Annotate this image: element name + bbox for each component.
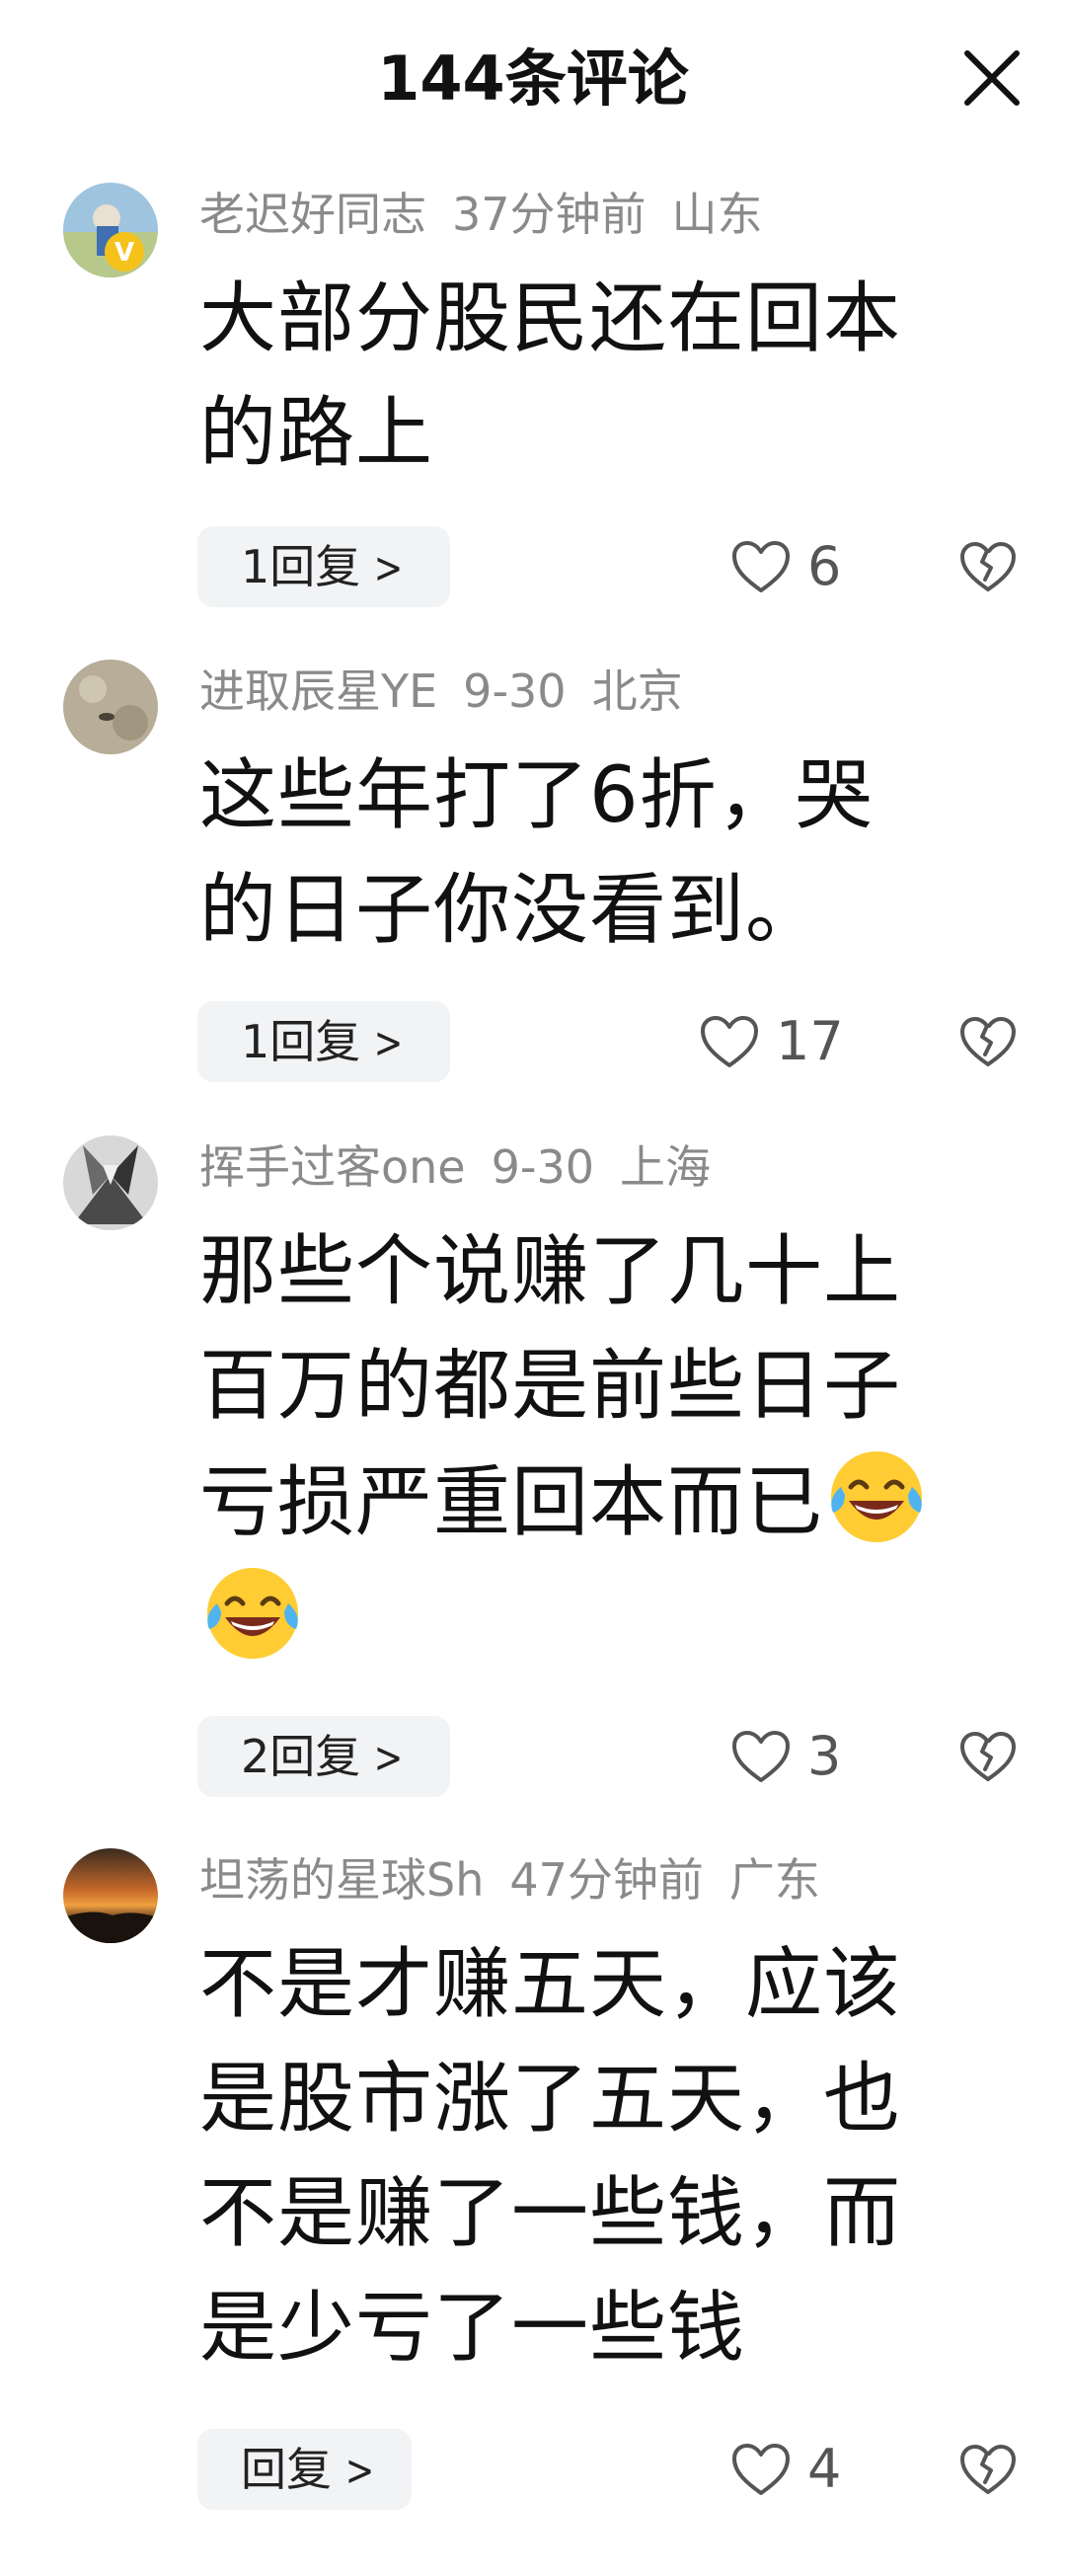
comment-line: 是股市涨了五天，也 <box>199 2055 902 2144</box>
comment-meta: 进取辰星YE 9-30 北京 <box>199 662 709 721</box>
dislike-button[interactable] <box>955 1001 1021 1082</box>
reply-label: 2回复 <box>241 1730 361 1783</box>
heart-icon <box>732 2444 790 2495</box>
dislike-button[interactable] <box>955 526 1021 607</box>
timestamp: 37分钟前 <box>452 188 647 241</box>
broken-heart-icon <box>960 1017 1016 1066</box>
comment-line: 百万的都是前些日子 <box>199 1342 902 1431</box>
avatar[interactable] <box>63 1848 158 1943</box>
broken-heart-icon <box>960 1732 1016 1781</box>
reply-label: 回复 <box>241 2443 332 2496</box>
comment-line: 的路上 <box>199 389 434 478</box>
like-count: 3 <box>807 1725 842 1787</box>
broken-heart-icon <box>960 2445 1016 2494</box>
location: 广东 <box>728 1853 820 1907</box>
comment-item: 挥手过客one 9-30 上海 那些个说赚了几十上 百万的都是前些日子 亏损严重回本… <box>0 1135 1066 1807</box>
username[interactable]: 老迟好同志 <box>199 188 426 241</box>
broken-heart-icon <box>960 542 1016 591</box>
location: 上海 <box>620 1140 712 1194</box>
comment-line: 不是赚了一些钱，而 <box>199 2169 902 2258</box>
avatar[interactable] <box>63 1135 158 1230</box>
like-button[interactable]: 17 <box>699 1001 844 1082</box>
reply-button[interactable]: 2回复 > <box>197 1716 451 1797</box>
heart-icon <box>701 1016 758 1067</box>
location: 山东 <box>671 188 763 241</box>
username[interactable]: 进取辰星YE <box>199 664 437 718</box>
reply-label: 1回复 <box>241 540 361 593</box>
comment-line: 那些个说赚了几十上 <box>199 1227 902 1316</box>
like-button[interactable]: 6 <box>730 526 841 607</box>
like-button[interactable]: 4 <box>730 2429 841 2510</box>
comment-line: 亏损严重回本而已 <box>199 1444 1009 1560</box>
comment-text: 不是才赚五天，应该 是股市涨了五天，也 不是赚了一些钱，而 是少亏了一些钱 <box>199 1927 1009 2385</box>
comment-text: 大部分股民还在回本 的路上 <box>199 262 1009 491</box>
username[interactable]: 挥手过客one <box>199 1140 466 1194</box>
like-count: 4 <box>807 2438 842 2500</box>
timestamp: 47分钟前 <box>509 1853 704 1907</box>
username[interactable]: 坦荡的星球Sh <box>199 1853 484 1907</box>
like-count: 17 <box>776 1010 844 1072</box>
comment-line: 这些年打了6折，哭 <box>199 751 874 840</box>
like-button[interactable]: 3 <box>730 1716 841 1797</box>
comment-item: V 老迟好同志 37分钟前 山东 大部分股民还在回本 的路上 1回复 > 6 <box>0 183 1066 617</box>
comment-meta: 挥手过客one 9-30 上海 <box>199 1137 736 1197</box>
comment-line <box>199 1560 1009 1677</box>
tears-of-joy-emoji-icon <box>831 1451 923 1542</box>
chevron-right-icon: > <box>344 2446 375 2496</box>
comment-meta: 老迟好同志 37分钟前 山东 <box>199 185 789 244</box>
location: 北京 <box>591 664 683 718</box>
comment-text: 这些年打了6折，哭 的日子你没看到。 <box>199 739 1009 968</box>
close-icon <box>964 50 1020 106</box>
dislike-button[interactable] <box>955 2429 1021 2510</box>
chevron-right-icon: > <box>373 1018 404 1068</box>
reply-button[interactable]: 1回复 > <box>197 1001 451 1082</box>
chevron-right-icon: > <box>373 543 404 593</box>
reply-button[interactable]: 回复 > <box>197 2429 412 2510</box>
page-title: 144条评论 <box>377 42 689 115</box>
heart-icon <box>732 1731 790 1782</box>
comment-line: 大部分股民还在回本 <box>199 274 902 363</box>
comment-text: 那些个说赚了几十上 百万的都是前些日子 亏损严重回本而已 <box>199 1214 1009 1677</box>
tears-of-joy-emoji-icon <box>207 1568 298 1659</box>
comment-item: 坦荡的星球Sh 47分钟前 广东 不是才赚五天，应该 是股市涨了五天，也 不是赚了一… <box>0 1848 1066 2539</box>
svg-text:V: V <box>114 238 134 268</box>
like-count: 6 <box>807 535 842 597</box>
timestamp: 9-30 <box>463 664 567 718</box>
heart-icon <box>732 541 790 592</box>
avatar[interactable]: V <box>63 183 158 277</box>
comment-line: 是少亏了一些钱 <box>199 2284 746 2373</box>
avatar[interactable] <box>63 660 158 754</box>
reply-label: 1回复 <box>241 1015 361 1068</box>
comment-meta: 坦荡的星球Sh 47分钟前 广东 <box>199 1850 846 1910</box>
comment-line-text: 亏损严重回本而已 <box>199 1458 824 1547</box>
reply-button[interactable]: 1回复 > <box>197 526 451 607</box>
comment-line: 的日子你没看到。 <box>199 866 824 955</box>
chevron-right-icon: > <box>373 1733 404 1783</box>
timestamp: 9-30 <box>491 1140 595 1194</box>
dislike-button[interactable] <box>955 1716 1021 1797</box>
comment-line: 不是才赚五天，应该 <box>199 1940 902 2029</box>
close-button[interactable] <box>957 43 1027 113</box>
comment-item: 进取辰星YE 9-30 北京 这些年打了6折，哭 的日子你没看到。 1回复 > 17 <box>0 660 1066 1094</box>
comments-header: 144条评论 <box>0 0 1066 158</box>
